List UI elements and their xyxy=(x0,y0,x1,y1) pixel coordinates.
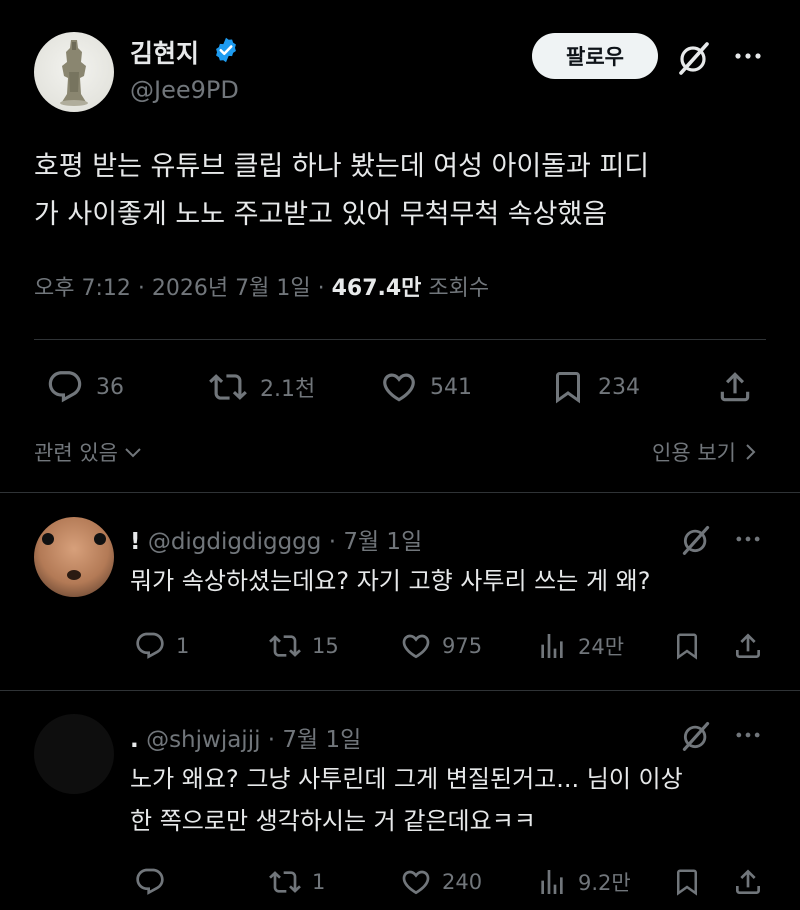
share-button[interactable] xyxy=(732,630,774,662)
reply-date[interactable]: 7월 1일 xyxy=(343,529,422,555)
retweet-button[interactable]: 1 xyxy=(268,866,325,898)
like-icon xyxy=(383,373,415,402)
share-icon xyxy=(720,372,750,402)
views-icon xyxy=(541,870,563,894)
views-count: 9.2만 xyxy=(578,871,631,895)
author-avatar[interactable] xyxy=(34,32,114,112)
bookmark-button[interactable] xyxy=(672,630,712,662)
bookmark-count: 234 xyxy=(598,374,640,400)
bookmark-button[interactable] xyxy=(672,866,712,898)
more-icon[interactable] xyxy=(734,528,762,550)
retweet-icon xyxy=(269,871,301,893)
divider xyxy=(34,339,766,340)
follow-button[interactable]: 팔로우 xyxy=(532,33,658,79)
share-icon xyxy=(736,869,760,894)
reply-avatar[interactable] xyxy=(34,517,114,597)
more-icon[interactable] xyxy=(734,724,762,746)
reply-icon xyxy=(48,371,82,403)
like-count: 240 xyxy=(442,870,483,894)
like-icon xyxy=(402,634,430,659)
grok-icon[interactable] xyxy=(680,524,712,556)
like-button[interactable]: 541 xyxy=(380,368,472,406)
retweet-button[interactable]: 15 xyxy=(268,630,339,662)
reply-date[interactable]: 7월 1일 xyxy=(282,727,361,753)
divider xyxy=(0,492,800,493)
quotes-label: 인용 보기 xyxy=(652,441,736,465)
share-button[interactable] xyxy=(732,866,774,898)
reply-header: . @shjwjajjj · 7월 1일 xyxy=(130,720,361,754)
retweet-count: 15 xyxy=(312,634,339,658)
meta-separator: · xyxy=(137,276,152,301)
reply-icon xyxy=(136,632,164,659)
related-link[interactable]: 관련 있음 xyxy=(34,437,144,467)
reply-count: 1 xyxy=(176,634,190,658)
author-name[interactable]: 김현지 xyxy=(130,34,199,70)
reply-icon xyxy=(136,868,164,895)
bookmark-icon xyxy=(677,869,697,896)
related-label: 관련 있음 xyxy=(34,441,118,465)
tweet-text: 호평 받는 유튜브 클립 하나 봤는데 여성 아이돌과 피디 가 사이좋게 노노… xyxy=(34,143,774,239)
tweet-text-line: 호평 받는 유튜브 클립 하나 봤는데 여성 아이돌과 피디 xyxy=(34,151,650,182)
reply-count: 36 xyxy=(96,374,124,400)
reply-header: ! @digdigdigggg · 7월 1일 xyxy=(130,522,422,556)
quotes-link[interactable]: 인용 보기 xyxy=(652,437,760,467)
share-button[interactable] xyxy=(716,368,766,406)
meta-separator: · xyxy=(317,276,332,301)
verified-icon xyxy=(212,36,240,64)
views-label: 조회수 xyxy=(428,276,490,301)
retweet-icon xyxy=(209,374,247,400)
bookmark-icon xyxy=(556,372,580,404)
tweet-text-line: 가 사이좋게 노노 주고받고 있어 무척무척 속상했음 xyxy=(34,199,608,230)
like-count: 975 xyxy=(442,634,483,658)
bookmark-icon xyxy=(677,633,697,660)
author-handle[interactable]: @Jee9PD xyxy=(130,76,239,104)
like-count: 541 xyxy=(430,374,472,400)
bookmark-button[interactable]: 234 xyxy=(550,368,640,406)
reply-button[interactable]: 36 xyxy=(46,368,124,406)
reply-text-line: 뭐가 속상하셨는데요? 자기 고향 사투리 쓰는 게 왜? xyxy=(130,567,651,595)
chevron-down-icon xyxy=(125,448,141,458)
views-icon xyxy=(541,634,563,658)
reply-button[interactable] xyxy=(134,866,176,898)
views-count: 467.4만 xyxy=(331,276,422,301)
like-button[interactable]: 240 xyxy=(400,866,482,898)
retweet-button[interactable]: 2.1천 xyxy=(208,368,315,406)
meta-separator: · xyxy=(328,529,344,555)
tweet-meta: 오후 7:12 · 2026년 7월 1일 · 467.4만 조회수 xyxy=(34,270,489,302)
views-button[interactable]: 24만 xyxy=(536,630,624,662)
reply-text: 노가 왜요? 그냥 사투린데 그게 변질된거고... 님이 이상 한 쪽으로만 … xyxy=(130,758,760,842)
retweet-count: 1 xyxy=(312,870,326,894)
more-icon[interactable] xyxy=(733,44,763,68)
retweet-count: 2.1천 xyxy=(260,377,316,402)
reply-button[interactable]: 1 xyxy=(134,630,189,662)
reply-text-line: 노가 왜요? 그냥 사투린데 그게 변질된거고... 님이 이상 xyxy=(130,765,683,793)
reply-avatar[interactable] xyxy=(34,714,114,794)
tweet-date[interactable]: 2026년 7월 1일 xyxy=(152,276,311,301)
reply-handle[interactable]: @shjwjajjj xyxy=(146,727,260,753)
chevron-right-icon xyxy=(746,444,756,460)
reply-display-name[interactable]: . xyxy=(130,727,139,753)
meta-separator: · xyxy=(267,727,283,753)
grok-icon[interactable] xyxy=(676,40,712,76)
like-button[interactable]: 975 xyxy=(400,630,482,662)
grok-icon[interactable] xyxy=(680,720,712,752)
reply-display-name[interactable]: ! xyxy=(130,529,141,555)
tweet-time[interactable]: 오후 7:12 xyxy=(34,276,131,301)
reply-text: 뭐가 속상하셨는데요? 자기 고향 사투리 쓰는 게 왜? xyxy=(130,560,760,602)
share-icon xyxy=(736,633,760,658)
reply-text-line: 한 쪽으로만 생각하시는 거 같은데요ㅋㅋ xyxy=(130,807,536,835)
like-icon xyxy=(402,870,430,895)
divider xyxy=(0,690,800,691)
views-button[interactable]: 9.2만 xyxy=(536,866,631,898)
reply-handle[interactable]: @digdigdigggg xyxy=(148,529,322,555)
retweet-icon xyxy=(269,635,301,657)
views-count: 24만 xyxy=(578,635,625,659)
